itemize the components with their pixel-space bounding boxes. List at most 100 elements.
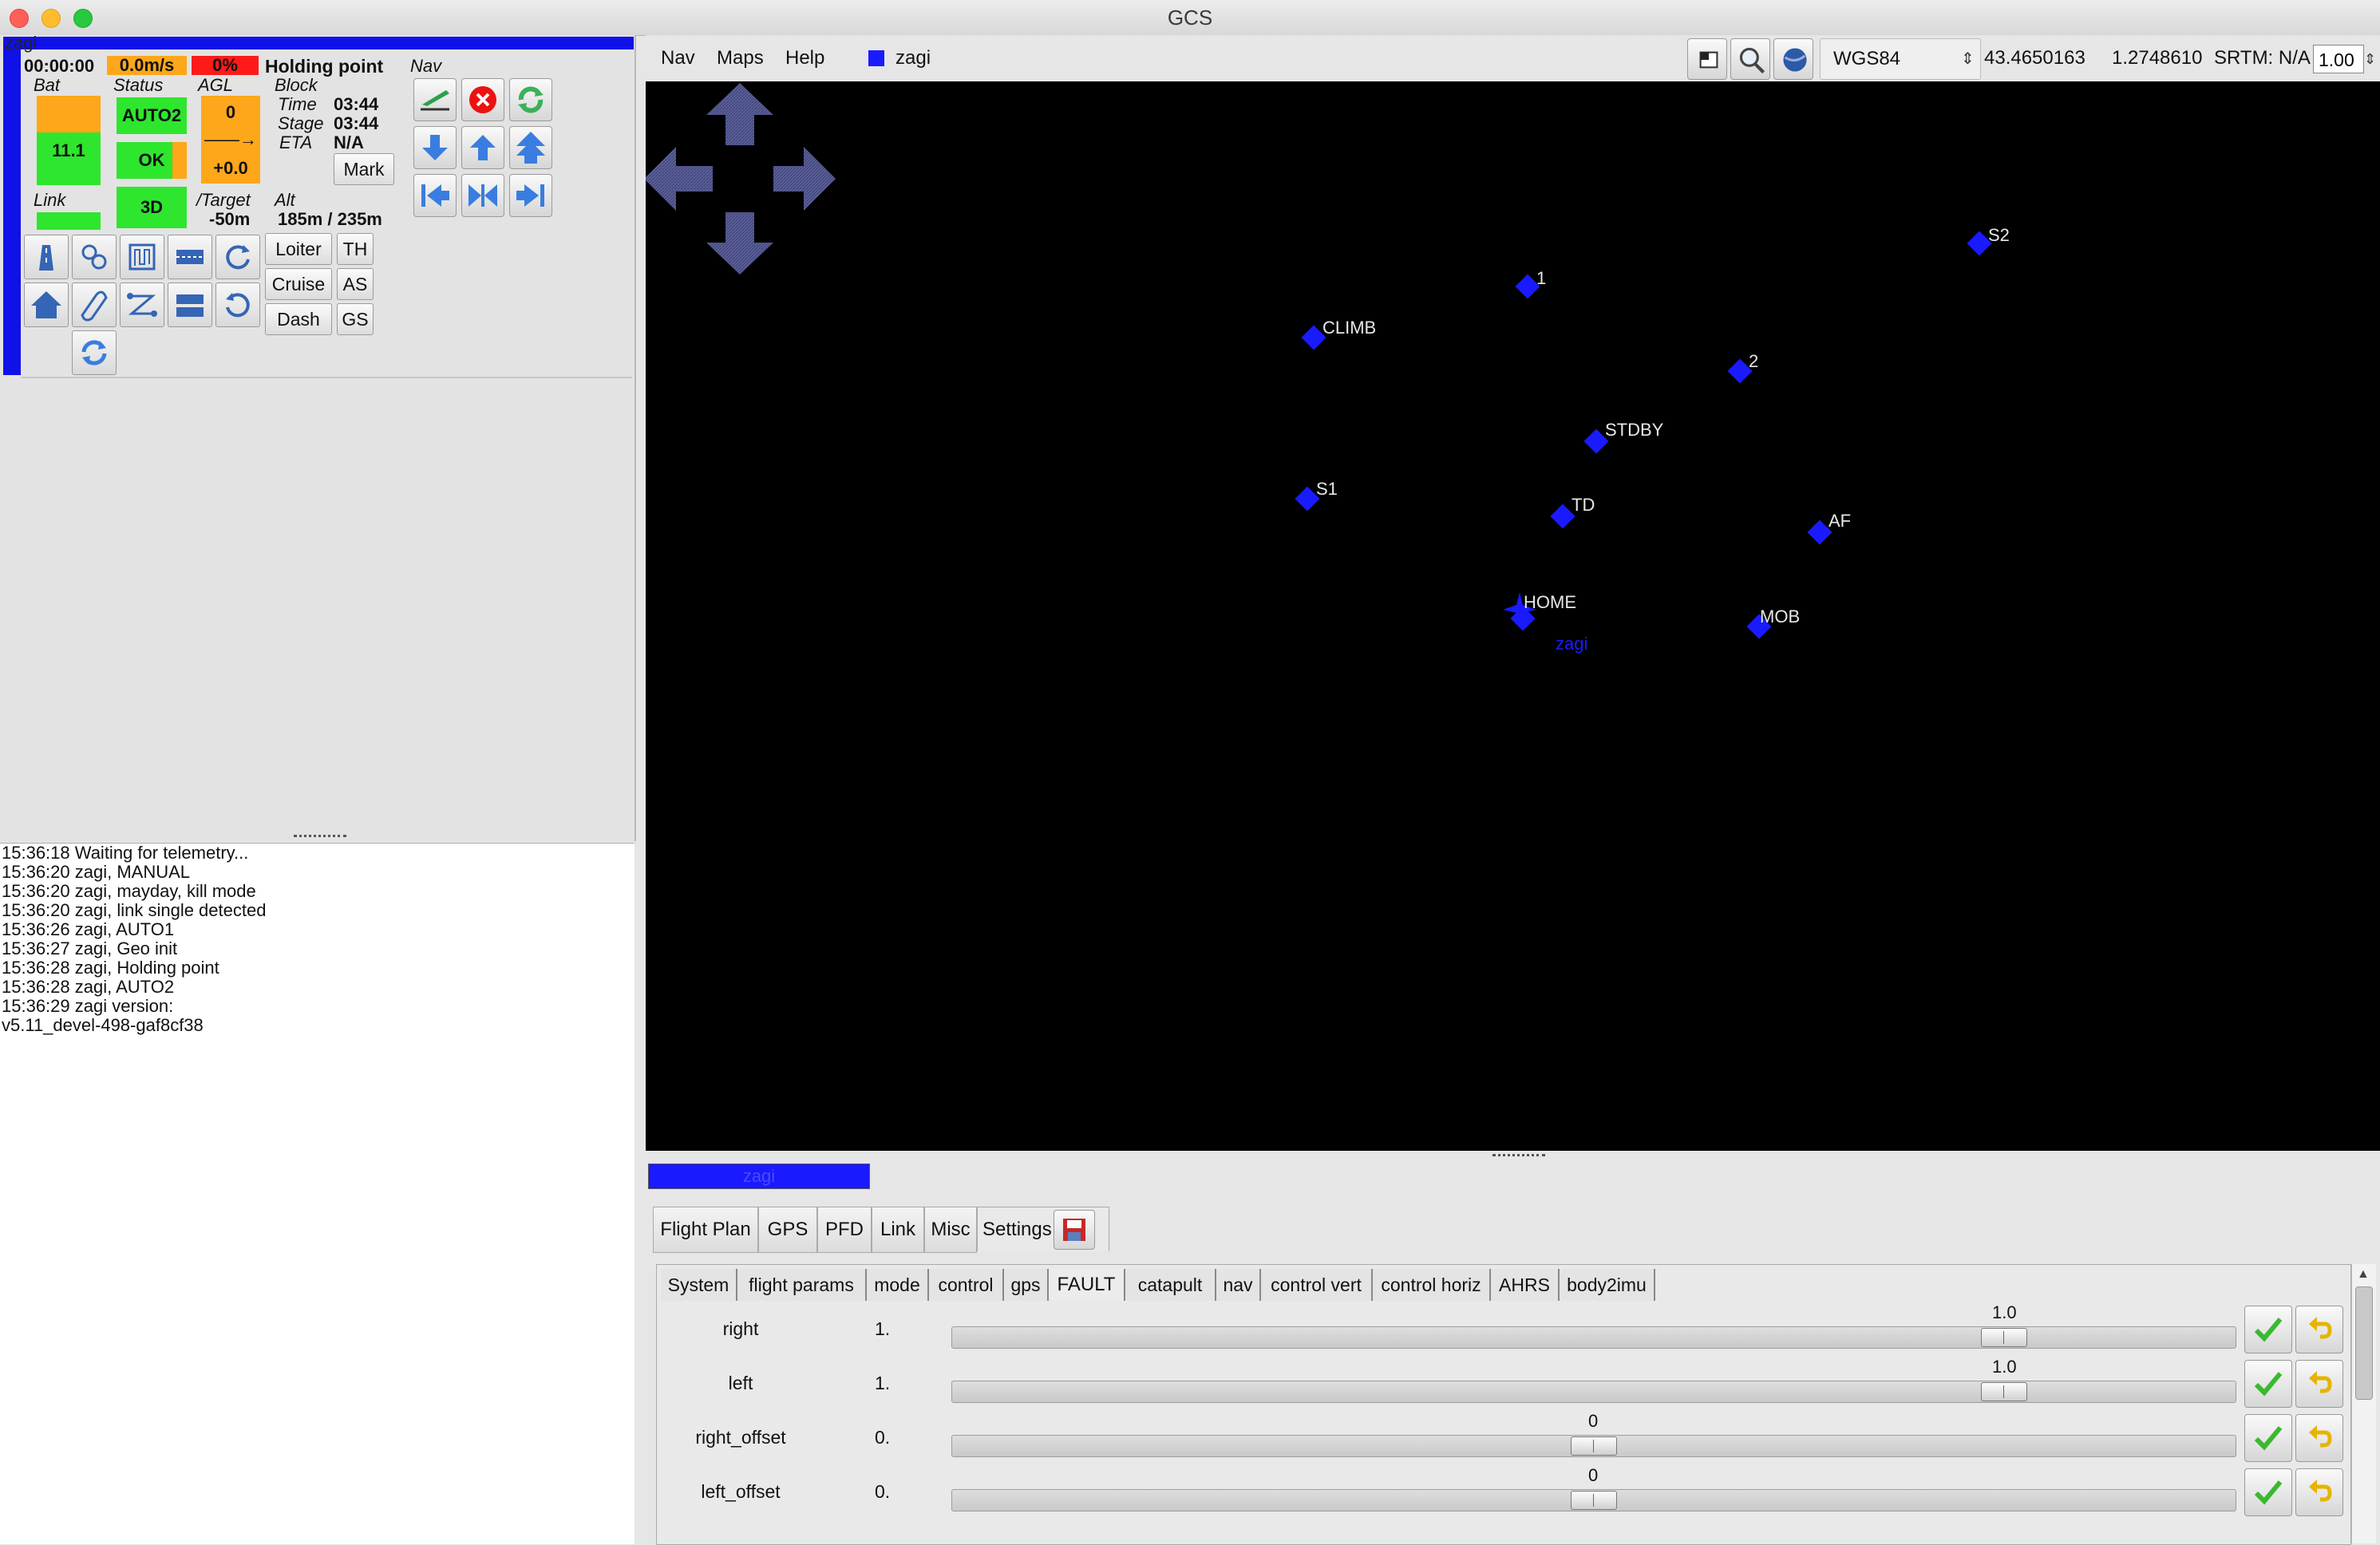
dash-button[interactable]: Dash (265, 303, 332, 335)
aircraft-strip-bar (3, 37, 634, 49)
kill-button[interactable] (461, 78, 504, 121)
tab-pfd[interactable]: PFD (817, 1207, 872, 1253)
setting-slider-handle[interactable] (1981, 1328, 2027, 1347)
figure-eight-icon (81, 244, 107, 270)
menu-aircraft[interactable]: zagi (895, 35, 931, 81)
undo-setting-button[interactable] (2295, 1306, 2343, 1353)
map-resize-handle[interactable] (1492, 1154, 1545, 1160)
commit-setting-button[interactable] (2244, 1468, 2292, 1516)
menu-maps[interactable]: Maps (717, 35, 764, 81)
circle-ccw-button[interactable] (215, 283, 260, 327)
eta-label: ETA (279, 132, 313, 152)
scrollbar-thumb[interactable] (2355, 1286, 2373, 1400)
gs-button[interactable]: GS (337, 303, 374, 335)
setting-slider[interactable] (951, 1381, 2236, 1403)
commit-setting-button[interactable] (2244, 1414, 2292, 1462)
mark-button[interactable]: Mark (334, 153, 394, 185)
reload-button[interactable] (72, 330, 117, 375)
aircraft-map-label: zagi (1556, 634, 1588, 654)
circle-cw-button[interactable] (215, 235, 260, 279)
commit-setting-button[interactable] (2244, 1360, 2292, 1408)
settings-scrollbar[interactable]: ▲ (2351, 1264, 2376, 1543)
settings-tab-catapult[interactable]: catapult (1125, 1269, 1216, 1301)
settings-tab-nav[interactable]: nav (1216, 1269, 1261, 1301)
zoom-level-input[interactable]: 1.00 (2313, 45, 2364, 73)
pan-up-icon[interactable] (706, 83, 773, 145)
pan-left-icon[interactable] (646, 147, 713, 211)
target-value: -50m (209, 209, 251, 229)
th-button[interactable]: TH (337, 233, 374, 265)
fullscreen-button[interactable] (1687, 38, 1727, 80)
route-button[interactable] (120, 283, 164, 327)
aircraft-notebook-tab[interactable]: zagi (648, 1164, 870, 1189)
cruise-button[interactable]: Cruise (265, 268, 332, 300)
map-canvas[interactable]: S2 1 CLIMB 2 STDBY S1 TD AF HOME zagi MO… (646, 81, 2380, 1151)
settings-tab-control[interactable]: control (929, 1269, 1004, 1301)
undo-icon (2309, 1317, 2332, 1339)
tab-flight-plan[interactable]: Flight Plan (653, 1207, 758, 1253)
restart-block-button[interactable] (461, 174, 504, 217)
takeoff-button[interactable] (413, 78, 457, 121)
settings-tab-system[interactable]: System (661, 1269, 737, 1301)
zoom-button[interactable] (1730, 38, 1770, 80)
settings-tab-ahrs[interactable]: AHRS (1491, 1269, 1560, 1301)
path-button[interactable] (72, 283, 117, 327)
undo-setting-button[interactable] (2295, 1468, 2343, 1516)
message-console: 15:36:18 Waiting for telemetry... 15:36:… (0, 843, 635, 1544)
pan-right-icon[interactable] (773, 147, 836, 211)
agl-value: 0 (225, 102, 236, 122)
console-line: 15:36:27 zagi, Geo init (2, 938, 178, 958)
launch-button[interactable] (24, 235, 69, 279)
settings-tab-mode[interactable]: mode (867, 1269, 929, 1301)
undo-setting-button[interactable] (2295, 1360, 2343, 1408)
projection-select[interactable]: WGS84 ⇕ (1820, 38, 1981, 80)
zoom-spin-icon[interactable]: ⇕ (2364, 45, 2378, 73)
waypoint-label: S2 (1988, 225, 2010, 245)
settings-tab-control-horiz[interactable]: control horiz (1373, 1269, 1491, 1301)
waypoint-label: 2 (1749, 351, 1759, 371)
setting-slider-handle[interactable] (1981, 1382, 2027, 1401)
tab-misc[interactable]: Misc (924, 1207, 977, 1253)
scroll-up-icon[interactable]: ▲ (2357, 1267, 2370, 1282)
altitude-down-button[interactable] (413, 126, 457, 169)
settings-tab-fault[interactable]: FAULT (1049, 1269, 1125, 1301)
google-maps-button[interactable] (1773, 38, 1813, 80)
line-button[interactable] (168, 235, 212, 279)
previous-block-button[interactable] (413, 174, 457, 217)
undo-setting-button[interactable] (2295, 1414, 2343, 1462)
altitude-up-button[interactable] (461, 126, 504, 169)
link-gauge (37, 212, 101, 230)
autopilot-mode: AUTO2 (117, 97, 187, 134)
menu-nav[interactable]: Nav (661, 35, 695, 81)
map-pan-arrows[interactable] (646, 81, 853, 289)
altitude-fast-up-button[interactable] (509, 126, 552, 169)
pan-down-icon[interactable] (706, 212, 773, 275)
settings-tab-control-vert[interactable]: control vert (1261, 1269, 1373, 1301)
tab-link[interactable]: Link (872, 1207, 924, 1253)
settings-tab-flight-params[interactable]: flight params (737, 1269, 867, 1301)
battery-gauge-top (37, 96, 101, 132)
home-button[interactable] (24, 283, 69, 327)
double-arrow-up-icon (516, 132, 545, 164)
survey-button[interactable] (120, 235, 164, 279)
setting-slider[interactable] (951, 1326, 2236, 1349)
rotate-ccw-icon (226, 293, 250, 318)
loiter-button[interactable]: Loiter (265, 233, 332, 265)
next-block-button[interactable] (509, 174, 552, 217)
setting-current-value: 0. (875, 1427, 891, 1448)
settings-tab-gps[interactable]: gps (1004, 1269, 1049, 1301)
setting-slider-handle[interactable] (1571, 1436, 1617, 1456)
projection-value: WGS84 (1833, 48, 1901, 69)
save-settings-button[interactable] (1054, 1210, 1095, 1250)
resurrect-button[interactable] (509, 78, 552, 121)
parallel-line-button[interactable] (168, 283, 212, 327)
link-label: Link (34, 190, 66, 210)
settings-tab-body2imu[interactable]: body2imu (1560, 1269, 1655, 1301)
as-button[interactable]: AS (337, 268, 374, 300)
figure-eight-button[interactable] (72, 235, 117, 279)
menu-help[interactable]: Help (785, 35, 824, 81)
commit-setting-button[interactable] (2244, 1306, 2292, 1353)
tab-gps[interactable]: GPS (758, 1207, 817, 1253)
pane-resize-handle[interactable] (294, 835, 346, 840)
setting-slider-handle[interactable] (1571, 1491, 1617, 1510)
